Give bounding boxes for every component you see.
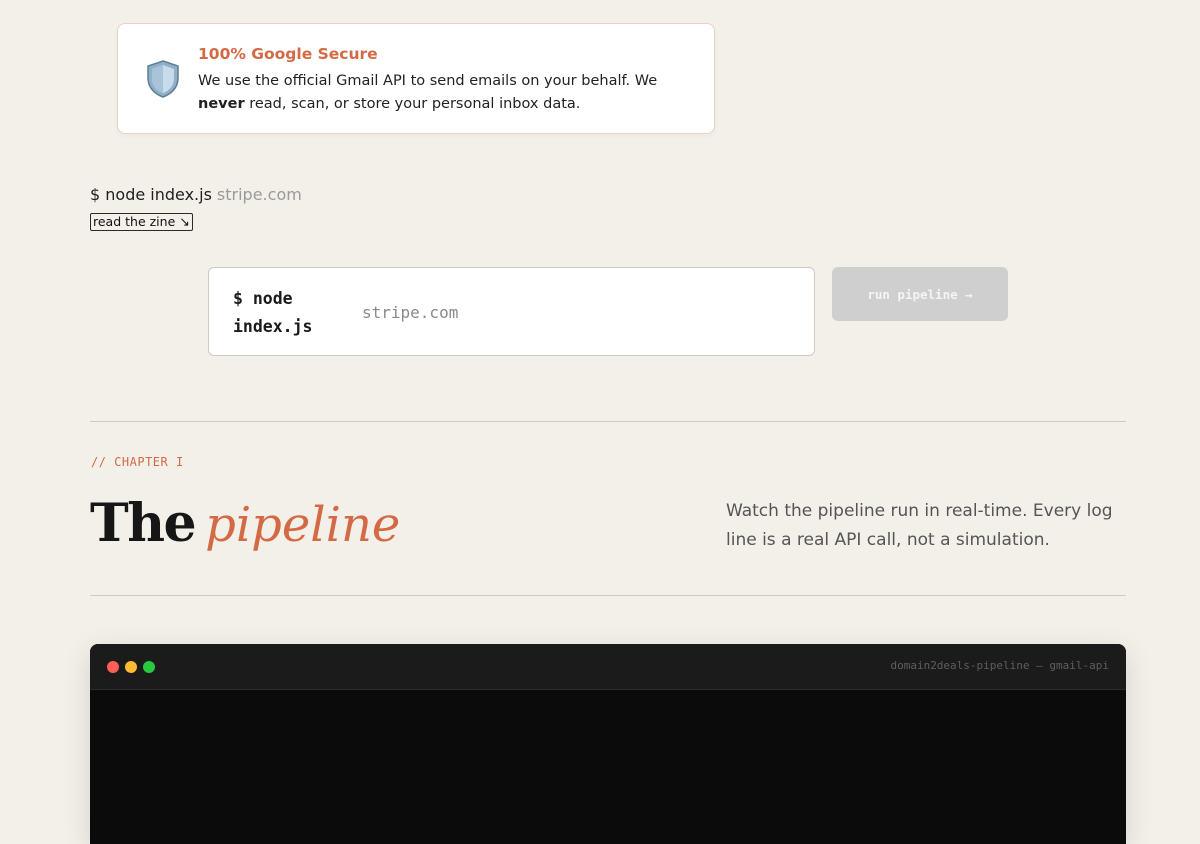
notice-body: We use the official Gmail API to send em… (198, 70, 678, 116)
domain-input[interactable] (362, 298, 782, 326)
heading-plain: The (90, 493, 197, 554)
security-notice: 100% Google Secure We use the official G… (117, 23, 715, 134)
notice-title: 100% Google Secure (198, 45, 378, 63)
maximize-window-button[interactable] (143, 661, 155, 673)
command-preview: $ node index.js stripe.com (90, 185, 302, 204)
section-heading: The pipeline (90, 493, 400, 554)
command-domain: stripe.com (216, 185, 302, 204)
terminal-title: domain2deals-pipeline — gmail-api (890, 659, 1109, 672)
shield-icon (147, 60, 179, 98)
minimize-window-button[interactable] (125, 661, 137, 673)
divider (90, 421, 1126, 422)
section-description: Watch the pipeline run in real-time. Eve… (726, 501, 1113, 550)
command-prefix: $ node index.js (90, 185, 212, 204)
read-zine-button[interactable]: read the zine ↘ (90, 213, 193, 231)
pipeline-domain-field[interactable]: $ node index.js (208, 267, 815, 356)
input-prefix: $ node index.js (233, 289, 313, 336)
notice-body-text: We use the official Gmail API to send em… (198, 73, 658, 89)
heading-accent: pipeline (205, 497, 401, 553)
divider (90, 595, 1126, 596)
terminal-title-bar: domain2deals-pipeline — gmail-api (90, 644, 1126, 690)
chapter-label: // CHAPTER I (91, 455, 184, 469)
close-window-button[interactable] (107, 661, 119, 673)
notice-body-text-end: read, scan, or store your personal inbox… (244, 96, 581, 112)
terminal-window: domain2deals-pipeline — gmail-api (90, 644, 1126, 844)
run-pipeline-button[interactable]: run pipeline → (832, 267, 1008, 321)
notice-body-emphasis: never (198, 96, 245, 112)
